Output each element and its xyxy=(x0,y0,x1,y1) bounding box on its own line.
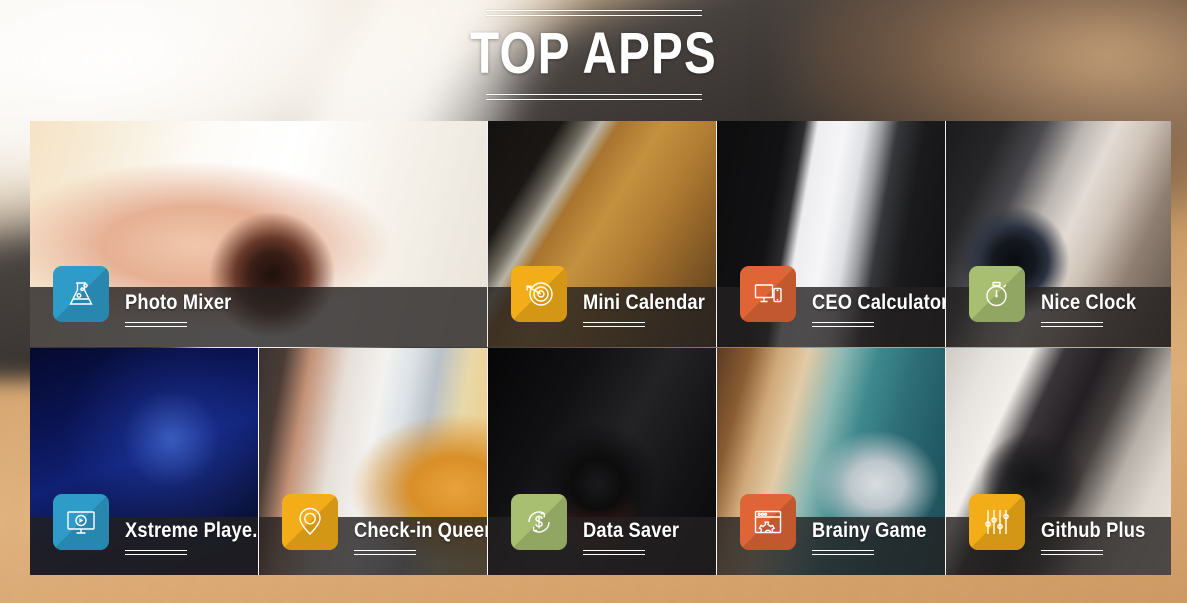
dollar-refresh-icon xyxy=(511,494,567,550)
header-rule-top-1 xyxy=(485,10,702,11)
app-grid-row-1: Photo Mixer Mini Calendar CEO Calculator… xyxy=(30,121,1171,347)
app-card-title: Mini Calendar xyxy=(583,291,706,314)
app-card-title: Data Saver xyxy=(583,519,680,542)
app-card-label-group: Data Saver xyxy=(583,520,694,555)
browser-gear-icon xyxy=(740,494,796,550)
app-grid-row-2: Xstreme Playe... Check-in Queen Data Sav… xyxy=(30,348,1171,575)
app-card-brainy-game[interactable]: Brainy Game xyxy=(717,348,946,575)
app-card-title: Photo Mixer xyxy=(125,291,232,314)
app-card-label-group: Xstreme Playe... xyxy=(125,519,259,555)
app-card-mini-calendar[interactable]: Mini Calendar xyxy=(488,121,717,347)
app-card-check-in-queen[interactable]: Check-in Queen xyxy=(259,348,488,575)
header-rule-top-2 xyxy=(485,15,702,16)
sliders-icon xyxy=(969,494,1025,550)
flask-icon xyxy=(53,266,109,322)
devices-icon xyxy=(740,266,796,322)
stopwatch-icon xyxy=(969,266,1025,322)
app-card-label-group: Photo Mixer xyxy=(125,292,247,327)
app-card-label-group: Mini Calendar xyxy=(583,291,716,327)
app-card-title: Xstreme Playe... xyxy=(125,519,259,542)
app-card-title: Check-in Queen xyxy=(354,519,488,542)
target-arrow-icon xyxy=(511,266,567,322)
app-card-photo-mixer[interactable]: Photo Mixer xyxy=(30,121,488,347)
header-rule-bottom-1 xyxy=(485,94,702,95)
app-card-title-underline xyxy=(812,550,874,555)
map-pin-icon xyxy=(282,494,338,550)
app-card-label-group: Brainy Game xyxy=(812,520,944,555)
app-card-title-underline xyxy=(583,322,645,327)
app-card-title-underline xyxy=(583,550,645,555)
app-card-nice-clock[interactable]: Nice Clock xyxy=(946,121,1171,347)
app-card-data-saver[interactable]: Data Saver xyxy=(488,348,717,575)
app-card-label-group: CEO Calculator xyxy=(812,291,946,327)
page-title: TOP APPS xyxy=(470,21,717,86)
app-card-title-underline xyxy=(125,322,187,327)
app-card-github-plus[interactable]: Github Plus xyxy=(946,348,1171,575)
app-card-title-underline xyxy=(1041,322,1103,327)
app-card-label-group: Github Plus xyxy=(1041,520,1161,555)
app-card-xstreme-player[interactable]: Xstreme Playe... xyxy=(30,348,259,575)
app-grid: Photo Mixer Mini Calendar CEO Calculator… xyxy=(30,121,1171,575)
app-card-title-underline xyxy=(354,550,416,555)
app-card-title: Github Plus xyxy=(1041,519,1146,542)
app-card-title-underline xyxy=(1041,550,1103,555)
app-card-label-group: Check-in Queen xyxy=(354,519,488,555)
header-rule-bottom-2 xyxy=(485,99,702,100)
app-card-label-group: Nice Clock xyxy=(1041,292,1150,327)
app-card-title-underline xyxy=(812,322,874,327)
app-card-title: Nice Clock xyxy=(1041,291,1137,314)
app-card-title-underline xyxy=(125,550,187,555)
app-card-ceo-calculator[interactable]: CEO Calculator xyxy=(717,121,946,347)
app-card-title: Brainy Game xyxy=(812,519,927,542)
page-header: TOP APPS xyxy=(0,0,1187,110)
monitor-play-icon xyxy=(53,494,109,550)
app-card-title: CEO Calculator xyxy=(812,291,946,314)
